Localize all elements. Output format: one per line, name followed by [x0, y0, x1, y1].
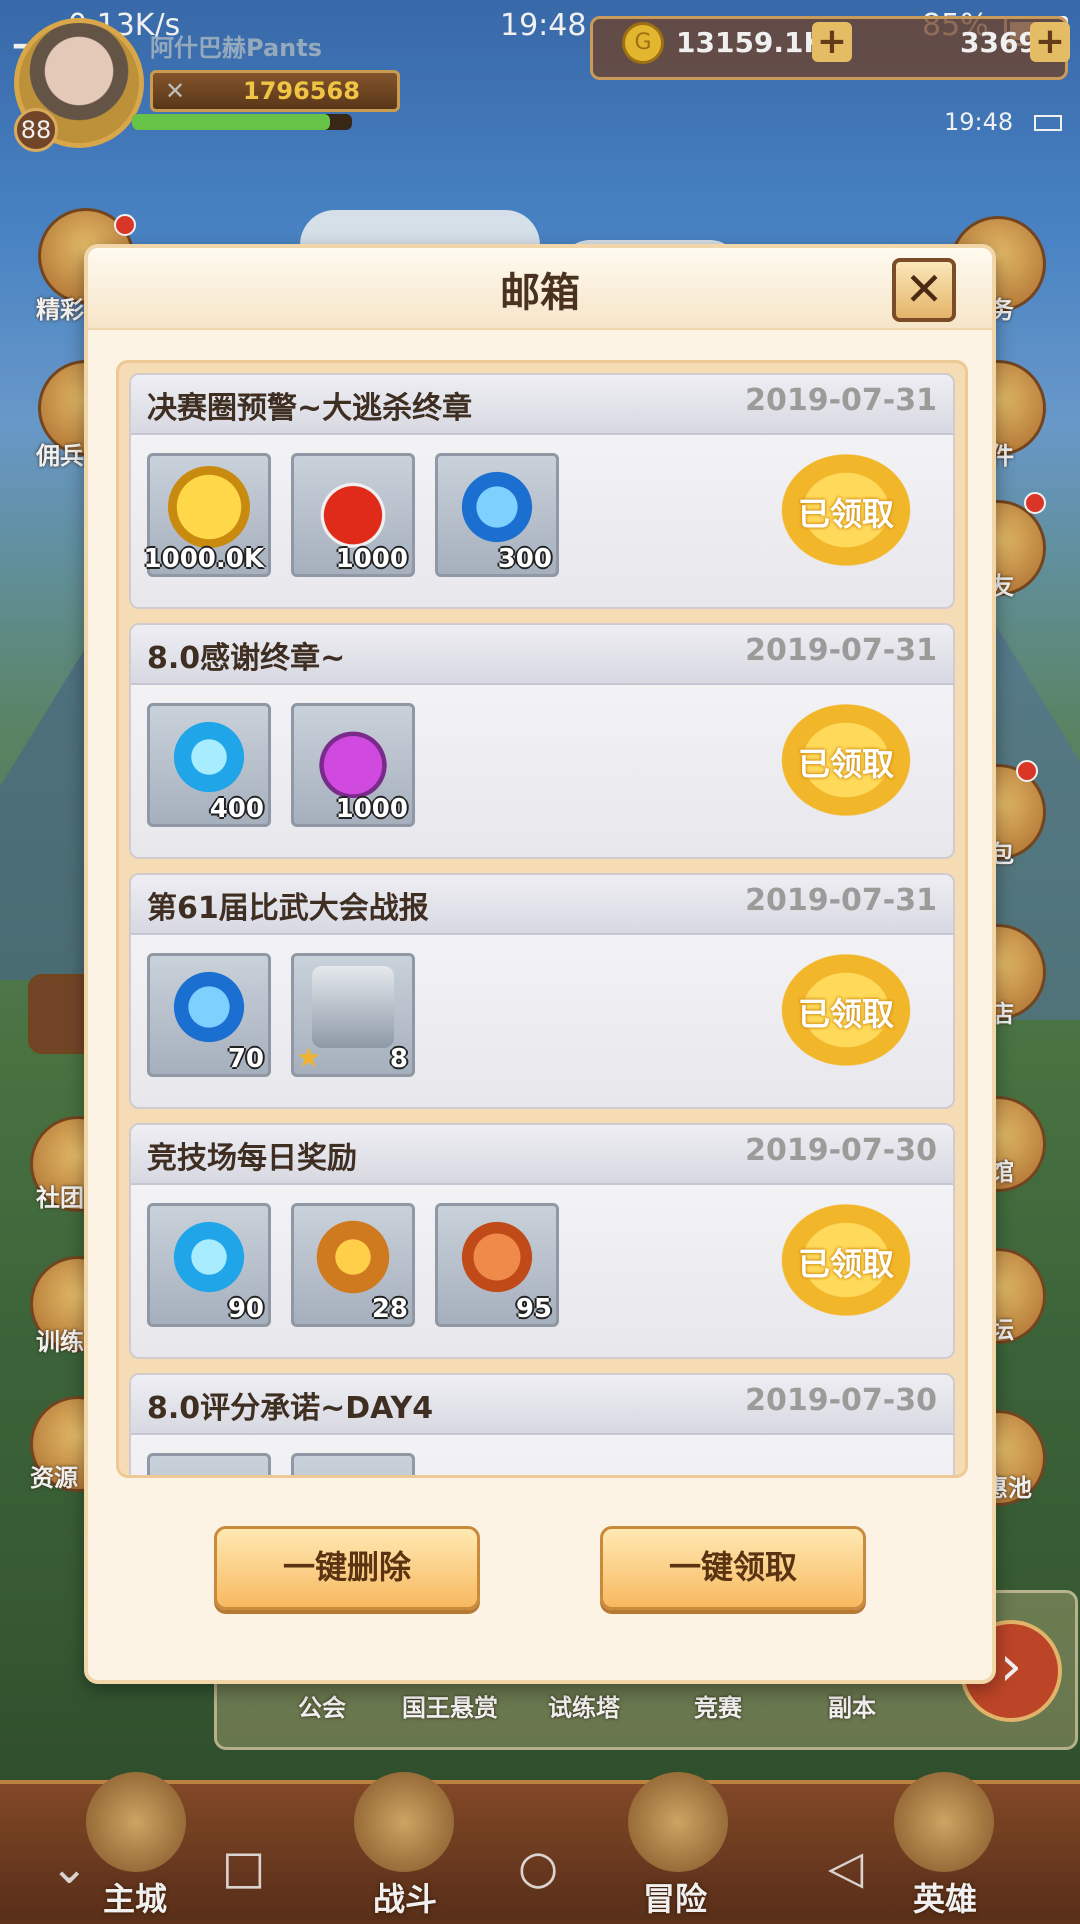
- mail-header: 决赛圈预警~大逃杀终章 2019-07-31: [131, 375, 953, 435]
- close-icon: ✕: [904, 262, 944, 316]
- reward-item[interactable]: 1000.0K: [143, 453, 271, 577]
- reward-item[interactable]: ★ 8: [291, 953, 415, 1077]
- bronze-medal-icon: [312, 1216, 394, 1298]
- claimed-label: 已领取: [797, 1245, 894, 1283]
- gold-coin-icon: [168, 466, 250, 548]
- ore-icon: [456, 1216, 538, 1298]
- mailbox-header: 邮箱 ✕: [88, 248, 992, 330]
- item-count: 90: [227, 1294, 264, 1324]
- delete-all-button[interactable]: 一键删除: [214, 1526, 480, 1610]
- mail-header: 竞技场每日奖励 2019-07-30: [131, 1125, 953, 1185]
- claimed-badge: 已领取: [771, 695, 921, 825]
- purple-potion-icon: [312, 716, 394, 798]
- reward-item[interactable]: 95: [435, 1203, 559, 1327]
- red-potion-icon: [312, 466, 394, 548]
- item-count: 1000: [335, 794, 408, 824]
- star-icon: ★: [296, 1041, 322, 1074]
- mail-date: 2019-07-30: [745, 1133, 937, 1168]
- reward-item[interactable]: 90: [147, 1203, 271, 1327]
- reward-item[interactable]: 300: [435, 453, 559, 577]
- claimed-badge: 已领取: [771, 1195, 921, 1325]
- mail-card[interactable]: 8.0感谢终章~ 2019-07-31 400 1000 已领取: [129, 623, 955, 859]
- mail-card[interactable]: 决赛圈预警~大逃杀终章 2019-07-31 1000.0K 1000 300 …: [129, 373, 955, 609]
- reward-item[interactable]: 1000: [291, 703, 415, 827]
- mail-date: 2019-07-31: [745, 633, 937, 668]
- mail-date: 2019-07-31: [745, 383, 937, 418]
- mail-title: 第61届比武大会战报: [147, 891, 429, 926]
- item-count: 300: [497, 544, 552, 574]
- mailbox-dialog: 邮箱 ✕ 决赛圈预警~大逃杀终章 2019-07-31 1000.0K 1000…: [84, 244, 996, 1684]
- claim-all-button[interactable]: 一键领取: [600, 1526, 866, 1610]
- mail-card[interactable]: 竞技场每日奖励 2019-07-30 90 28 95 已领取: [129, 1123, 955, 1359]
- item-count: 1000.0K: [143, 544, 264, 574]
- mail-title: 8.0评分承诺~DAY4: [147, 1391, 434, 1426]
- mail-header: 第61届比武大会战报 2019-07-31: [131, 875, 953, 935]
- mail-title: 8.0感谢终章~: [147, 641, 346, 676]
- mail-card[interactable]: 第61届比武大会战报 2019-07-31 70 ★ 8 已领取: [129, 873, 955, 1109]
- close-button[interactable]: ✕: [892, 258, 956, 322]
- claimed-label: 已领取: [797, 745, 894, 783]
- claimed-label: 已领取: [797, 995, 894, 1033]
- blue-diamond-icon: [168, 716, 250, 798]
- mail-title: 竞技场每日奖励: [147, 1141, 357, 1176]
- mail-date: 2019-07-31: [745, 883, 937, 918]
- reward-item[interactable]: 70: [147, 953, 271, 1077]
- reward-item[interactable]: 1000: [291, 453, 415, 577]
- reward-item[interactable]: 400: [147, 703, 271, 827]
- blue-crystal-icon: [168, 966, 250, 1048]
- claimed-label: 已领取: [797, 495, 894, 533]
- mail-card[interactable]: 8.0评分承诺~DAY4 2019-07-30: [129, 1373, 955, 1475]
- reward-item[interactable]: [147, 1453, 271, 1475]
- reward-item[interactable]: [291, 1453, 415, 1475]
- item-count: 1000: [335, 544, 408, 574]
- reward-item[interactable]: 28: [291, 1203, 415, 1327]
- blue-diamond-icon: [168, 1216, 250, 1298]
- item-count: 8: [389, 1044, 408, 1074]
- mail-header: 8.0感谢终章~ 2019-07-31: [131, 625, 953, 685]
- silver-chest-icon: [312, 966, 394, 1048]
- item-count: 70: [227, 1044, 264, 1074]
- item-count: 28: [371, 1294, 408, 1324]
- item-count: 95: [515, 1294, 552, 1324]
- claimed-badge: 已领取: [771, 945, 921, 1075]
- mail-date: 2019-07-30: [745, 1383, 937, 1418]
- mailbox-title: 邮箱: [500, 270, 580, 316]
- item-count: 400: [209, 794, 264, 824]
- mail-title: 决赛圈预警~大逃杀终章: [147, 391, 473, 426]
- blue-crystal-icon: [456, 466, 538, 548]
- claimed-badge: 已领取: [771, 445, 921, 575]
- mail-header: 8.0评分承诺~DAY4 2019-07-30: [131, 1375, 953, 1435]
- mail-list[interactable]: 决赛圈预警~大逃杀终章 2019-07-31 1000.0K 1000 300 …: [116, 360, 968, 1478]
